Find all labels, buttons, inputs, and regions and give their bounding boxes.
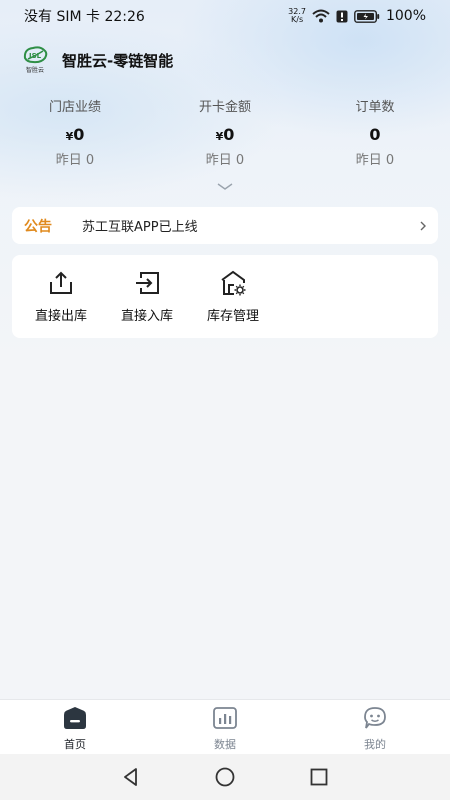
app-title: 智胜云-零链智能 [62,51,174,70]
battery-icon [354,9,380,23]
warehouse-settings-icon [221,270,246,296]
status-icons: 32.7 K/s 100% [288,7,426,25]
export-icon [50,271,72,294]
network-speed: 32.7 K/s [288,7,306,24]
action-direct-outbound[interactable]: 直接出库 [18,269,104,324]
tab-profile[interactable]: 我的 [300,700,450,754]
action-direct-inbound[interactable]: 直接入库 [104,269,190,324]
battery-percentage: 100% [385,8,426,24]
alert-icon [336,10,348,22]
action-inventory-management[interactable]: 库存管理 [190,269,276,324]
stat-card-amount[interactable]: 开卡金额 ¥0 昨日 0 [150,98,300,170]
status-bar: 没有 SIM 卡 22:26 32.7 K/s 100% [0,0,450,32]
wifi-icon [312,9,330,23]
expand-chevron-icon[interactable] [216,182,234,192]
back-icon[interactable] [120,766,142,788]
tab-home[interactable]: 首页 [0,700,150,754]
stat-label: 门店业绩 [48,100,101,115]
action-label: 直接出库 [34,309,87,324]
recent-apps-icon[interactable] [308,766,330,788]
stat-yesterday: 昨日 0 [355,153,395,168]
stat-yesterday: 昨日 0 [55,153,95,168]
action-label: 直接入库 [120,309,173,324]
status-carrier-time: 没有 SIM 卡 22:26 [24,9,145,25]
announcement-bar[interactable]: 公告 苏工互联APP已上线 [12,207,438,244]
app-header: ISL 智胜云 智胜云-零链智能 [20,44,173,76]
stat-yesterday: 昨日 0 [205,153,245,168]
tab-label: 我的 [364,738,386,751]
stat-value: 0 [369,125,381,144]
stat-value: ¥0 [65,125,85,144]
chart-icon [213,707,237,729]
tab-label: 首页 [64,738,86,751]
home-icon [64,707,86,729]
logo-mark-icon: ISL [23,46,48,64]
stat-label: 开卡金额 [198,100,251,115]
tab-label: 数据 [214,738,236,751]
chevron-right-icon [420,221,426,230]
stat-value: ¥0 [215,125,235,144]
system-navigation-bar [0,754,450,800]
quick-actions-card: 直接出库 直接入库 库存管理 [12,255,438,338]
announcement-tag: 公告 [24,218,52,235]
announcement-text: 苏工互联APP已上线 [82,220,198,235]
stat-store-performance[interactable]: 门店业绩 ¥0 昨日 0 [0,98,150,170]
stats-overview: 门店业绩 ¥0 昨日 0 开卡金额 ¥0 昨日 0 订单数 0 昨日 0 [0,98,450,170]
tab-data[interactable]: 数据 [150,700,300,754]
svg-text:ISL: ISL [29,52,42,60]
stat-order-count[interactable]: 订单数 0 昨日 0 [300,98,450,170]
stat-label: 订单数 [355,100,395,115]
app-logo: ISL 智胜云 [20,45,50,75]
logo-text: 智胜云 [25,67,44,74]
bottom-tab-bar: 首页 数据 我的 [0,699,450,754]
action-label: 库存管理 [206,309,259,324]
home-circle-icon[interactable] [214,766,236,788]
import-icon [136,272,159,294]
profile-icon [364,707,386,729]
